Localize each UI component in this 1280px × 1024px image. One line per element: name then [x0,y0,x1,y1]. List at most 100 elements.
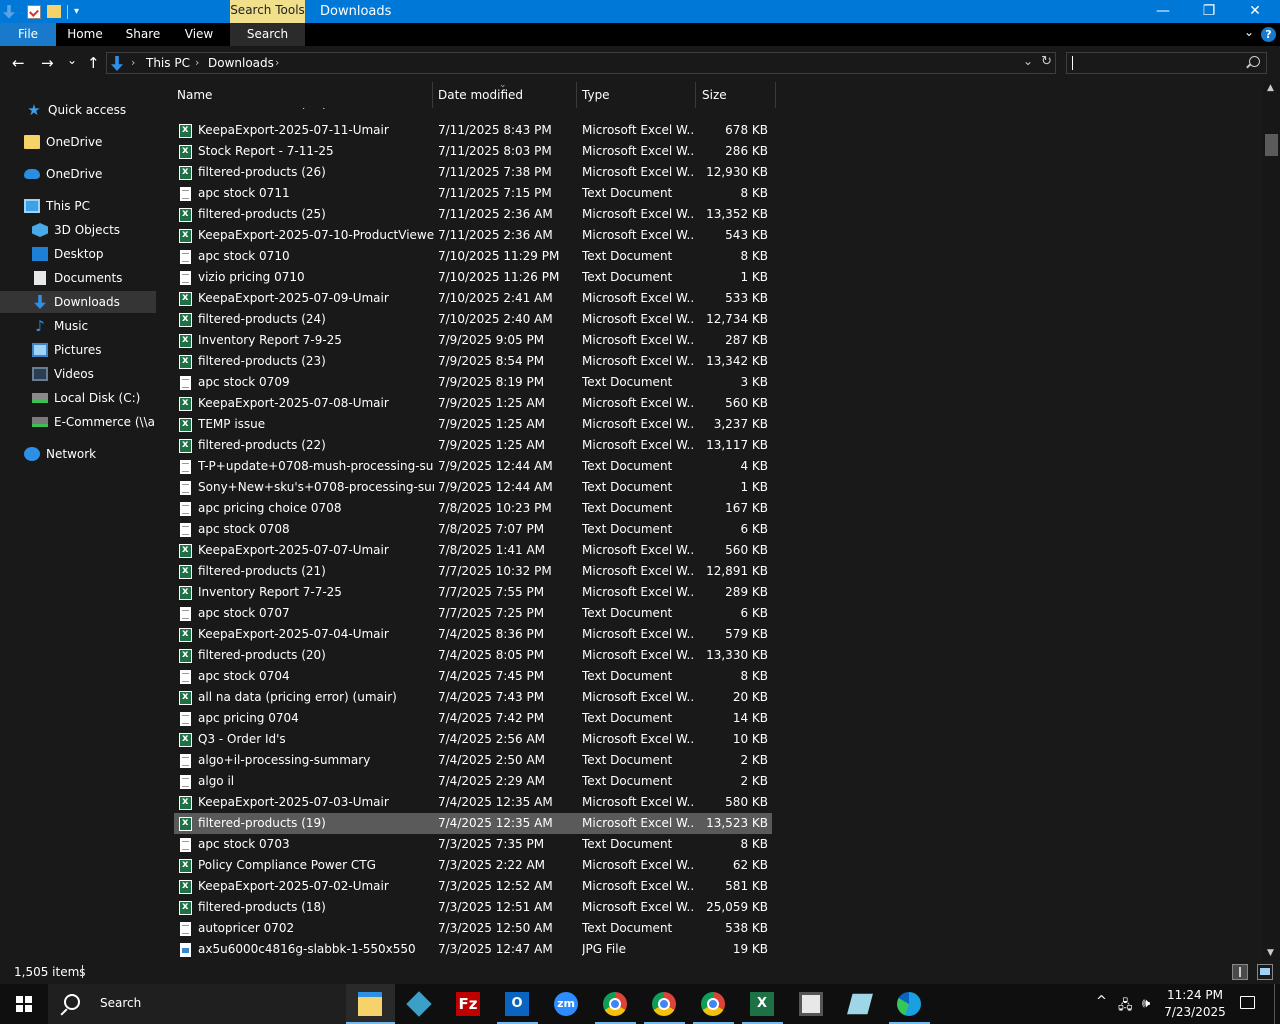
address-bar[interactable]: › This PC › Downloads › ⌄ ↻ [106,52,1056,74]
file-row[interactable]: apc pricing 0704 7/4/2025 7:42 PM Text Doc… [174,708,772,729]
file-row[interactable]: Inventory Report 7-9-25 7/9/2025 9:05 PM M… [174,330,772,351]
forward-button[interactable]: → [41,55,54,71]
tab-home[interactable]: Home [56,23,114,46]
file-row[interactable]: TEMP issue 7/9/2025 1:25 AM Microsoft Exce… [174,414,772,435]
file-row[interactable]: filtered-products (26) 7/11/2025 7:38 PM M… [174,162,772,183]
file-row[interactable]: Policy Compliance Power CTG 7/3/2025 2:22… [174,855,772,876]
file-row[interactable]: filtered-products (23) 7/9/2025 8:54 PM Mi… [174,351,772,372]
taskbar-search-box[interactable]: Search [48,984,346,1024]
taskbar-app-app-diamond[interactable] [395,984,444,1024]
file-row[interactable]: KeepaExport-2025-07-09-Umair 7/10/2025 2:… [174,288,772,309]
column-header-type[interactable]: Type [582,88,610,102]
column-divider[interactable] [432,82,433,108]
taskbar-app-zoom[interactable]: zm [542,984,591,1024]
column-divider[interactable] [576,82,577,108]
taskbar-app-notepad[interactable] [836,984,885,1024]
taskbar-app-edge[interactable] [885,984,934,1024]
file-row[interactable]: KeepaExport-2025-07-07-Umair 7/8/2025 1:4… [174,540,772,561]
breadcrumb-this-pc[interactable]: This PC [146,55,190,71]
volume-icon[interactable]: 🕪 [1142,996,1150,1011]
sidebar-item-onedrive-folder[interactable]: OneDrive [0,131,156,153]
file-row[interactable]: T-P+update+0708-mush-processing-su... 7/9… [174,456,772,477]
file-row[interactable]: algo+il-processing-summary 7/4/2025 2:50 … [174,750,772,771]
file-row[interactable]: filtered-products (22) 7/9/2025 1:25 AM Mi… [174,435,772,456]
sidebar-item-pictures[interactable]: Pictures [0,339,156,361]
file-row[interactable]: autopricer 0702 7/3/2025 12:50 AM Text Doc… [174,918,772,939]
breadcrumb-downloads[interactable]: Downloads [208,55,274,71]
tab-view[interactable]: View [172,23,226,46]
file-row[interactable]: apc stock 0708 7/8/2025 7:07 PM Text Docum… [174,519,772,540]
help-icon[interactable]: ? [1261,27,1276,42]
file-row[interactable]: filtered-products (21) 7/7/2025 10:32 PM M… [174,561,772,582]
show-desktop-button[interactable] [1274,984,1275,1024]
column-divider[interactable] [695,82,696,108]
file-row[interactable]: apc stock 0707 7/7/2025 7:25 PM Text Docum… [174,603,772,624]
file-row[interactable]: filtered-products (24) 7/10/2025 2:40 AM M… [174,309,772,330]
scroll-up-arrow-icon[interactable]: ▲ [1267,83,1274,93]
file-row[interactable]: apc stock 0703 7/3/2025 7:35 PM Text Docum… [174,834,772,855]
file-row[interactable]: ax5u6000c4816g-slabbk-1-550x550 7/3/2025 … [174,939,772,960]
file-row[interactable]: KeepaExport-2025-07-03-Umair 7/4/2025 12:… [174,792,772,813]
file-row[interactable]: Sony+New+sku's+0708-processing-sum... 7/9… [174,477,772,498]
taskbar-app-calculator[interactable] [787,984,836,1024]
show-hidden-icons-chevron-icon[interactable]: ^ [1096,994,1107,1009]
column-header-date-modified[interactable]: Date modified [438,88,523,102]
sidebar-item-e-commerce-drive[interactable]: E-Commerce (\\am [0,411,156,433]
start-button[interactable] [0,984,48,1024]
maximize-button[interactable]: ❐ [1186,0,1232,23]
file-row[interactable]: Inventory Report 7-7-25 7/7/2025 7:55 PM M… [174,582,772,603]
minimize-button[interactable]: — [1140,0,1186,23]
refresh-icon[interactable]: ↻ [1041,54,1052,69]
file-row[interactable]: filtered-products (18) 7/3/2025 12:51 AM M… [174,897,772,918]
file-row[interactable]: apc stock 0711 7/11/2025 7:15 PM Text Docu… [174,183,772,204]
action-center-icon[interactable] [1240,996,1255,1009]
file-row[interactable]: all na data (pricing error) (umair) 7/4/2… [174,687,772,708]
address-history-chevron-icon[interactable]: ⌄ [1023,54,1033,68]
file-row[interactable]: Q3 - Order Id's 7/4/2025 2:56 AM Microsoft… [174,729,772,750]
expand-ribbon-icon[interactable]: ⌄ [1244,25,1254,39]
breadcrumb-separator[interactable]: › [275,55,279,71]
taskbar-app-outlook[interactable]: O [493,984,542,1024]
customize-toolbar-icon[interactable]: ▾ [74,6,84,17]
file-row[interactable]: vizio pricing 0710 7/10/2025 11:26 PM Text… [174,267,772,288]
column-header-size[interactable]: Size [702,88,727,102]
sidebar-item-documents[interactable]: Documents [0,267,156,289]
file-row[interactable]: KeepaExport-2025-07-10-ProductViewer 7/11… [174,225,772,246]
taskbar-app-chrome-profile-3[interactable] [689,984,738,1024]
file-row[interactable]: apc stock 0710 7/10/2025 11:29 PM Text Doc… [174,246,772,267]
file-row[interactable]: Stock Report - 7-11-25 7/11/2025 8:03 PM M… [174,141,772,162]
new-folder-icon[interactable] [47,5,61,18]
column-divider[interactable] [775,82,776,108]
sidebar-item-downloads[interactable]: Downloads [0,291,156,313]
file-row[interactable]: apc stock 0709 7/9/2025 8:19 PM Text Docum… [174,372,772,393]
file-row[interactable]: algo il 7/4/2025 2:29 AM Text Document 2 KB [174,771,772,792]
file-row[interactable]: apc pricing choice 0708 7/8/2025 10:23 PM… [174,498,772,519]
scroll-down-arrow-icon[interactable]: ▼ [1267,948,1274,958]
breadcrumb-separator[interactable]: › [131,55,135,71]
column-header-name[interactable]: Name [177,88,212,102]
up-button[interactable]: ↑ [87,55,100,71]
scrollbar-thumb[interactable] [1265,134,1278,156]
file-row[interactable]: filtered-products (20) 7/4/2025 8:05 PM Mi… [174,645,772,666]
file-row[interactable]: KeepaExport-2025-07-08-Umair 7/9/2025 1:2… [174,393,772,414]
tab-search[interactable]: Search [230,23,305,46]
taskbar-app-chrome[interactable] [591,984,640,1024]
details-view-button[interactable] [1232,964,1248,980]
sidebar-item-quick-access[interactable]: ★ Quick access [0,99,156,121]
search-icon[interactable] [1249,56,1260,67]
file-row[interactable]: filtered-products (25) 7/11/2025 2:36 AM M… [174,204,772,225]
properties-icon[interactable] [27,4,41,19]
sidebar-item-onedrive[interactable]: OneDrive [0,163,156,185]
search-box[interactable] [1066,52,1267,74]
close-button[interactable]: ✕ [1232,0,1278,23]
sidebar-item-local-disk[interactable]: Local Disk (C:) [0,387,156,409]
sidebar-item-music[interactable]: ♪ Music [0,315,156,337]
file-row[interactable]: apc stock 0704 7/4/2025 7:45 PM Text Docum… [174,666,772,687]
sidebar-item-3d-objects[interactable]: 3D Objects [0,219,156,241]
search-input[interactable] [1070,55,1235,71]
sidebar-item-this-pc[interactable]: This PC [0,195,156,217]
tab-file[interactable]: File [0,23,56,46]
vertical-scrollbar[interactable]: ▲ ▼ [1263,82,1280,960]
taskbar-app-excel[interactable]: X [738,984,787,1024]
system-clock[interactable]: 11:24 PM 7/23/2025 [1160,987,1230,1021]
